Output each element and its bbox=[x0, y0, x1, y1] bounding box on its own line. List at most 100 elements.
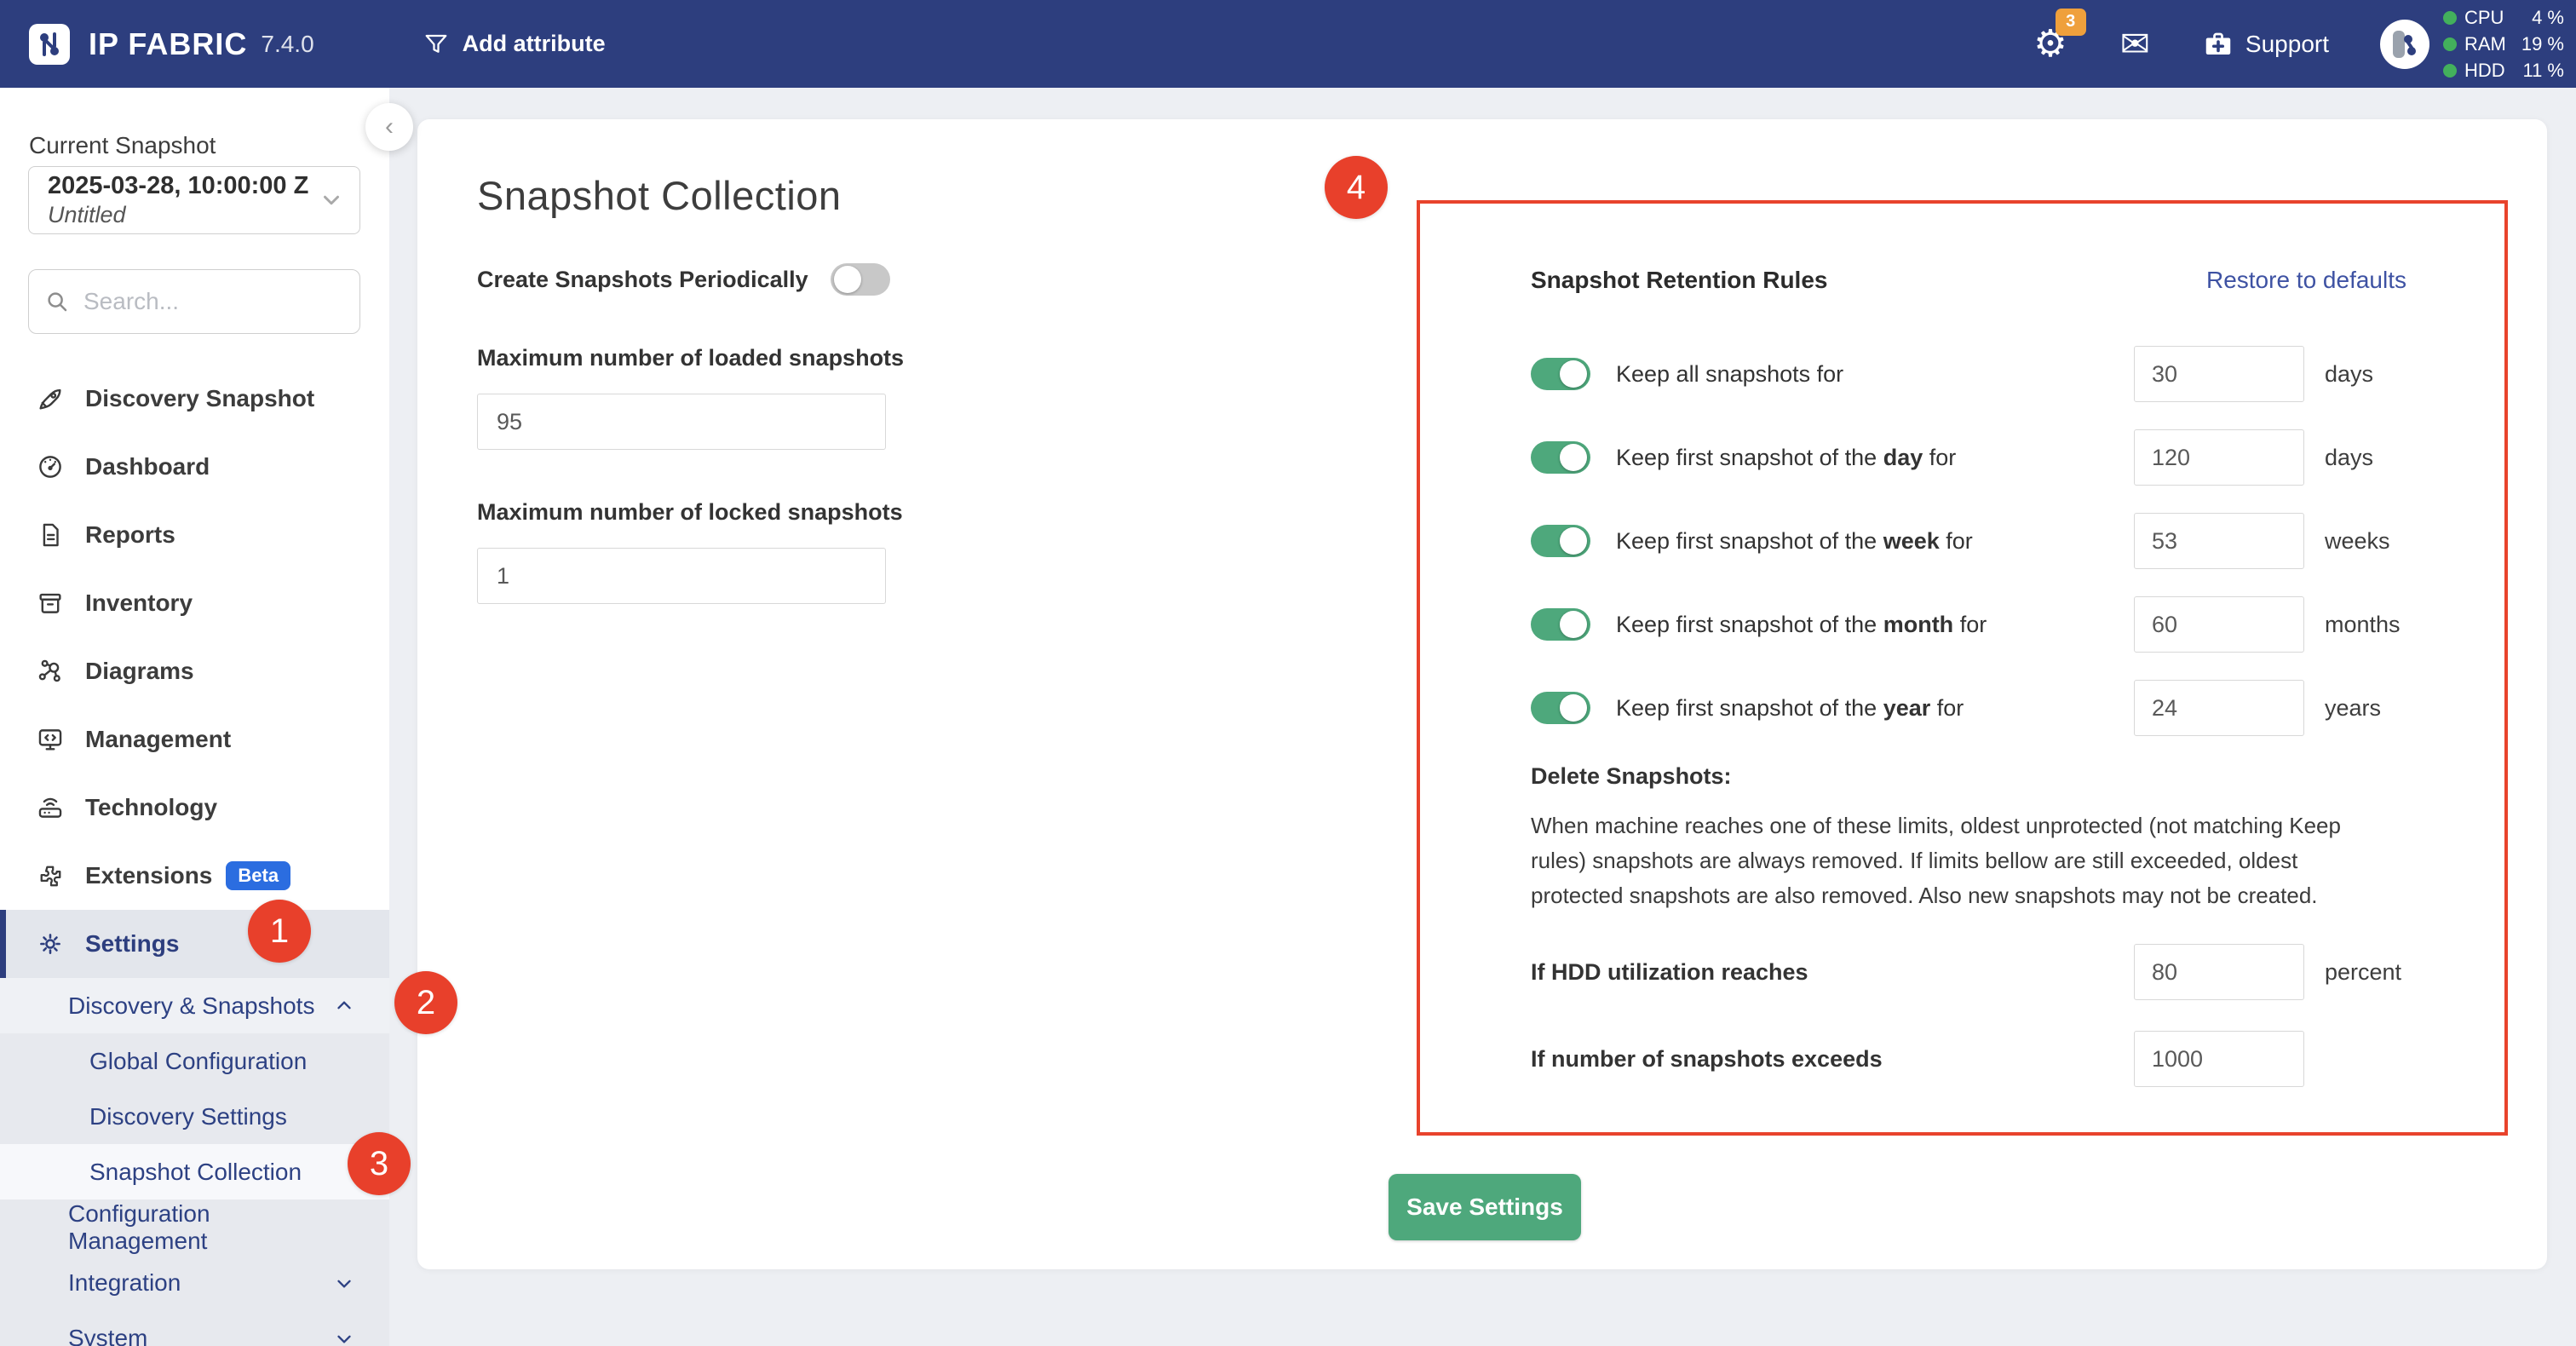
box-icon bbox=[36, 589, 65, 618]
add-attribute-label: Add attribute bbox=[463, 31, 606, 57]
current-snapshot-label: Current Snapshot bbox=[29, 132, 216, 159]
ip-fabric-app: IP FABRIC 7.4.0 Add attribute ⚙ 3 ✉ bbox=[0, 0, 2576, 1346]
annotation-marker-2: 2 bbox=[394, 971, 457, 1034]
rule-value-input[interactable] bbox=[2134, 429, 2304, 486]
snapshot-retention-panel: Snapshot Retention Rules Restore to defa… bbox=[1417, 200, 2508, 1136]
sidebar-item-technology[interactable]: Technology bbox=[0, 774, 389, 842]
gauge-icon bbox=[36, 452, 65, 481]
chevron-down-icon bbox=[333, 1327, 355, 1346]
hdd-stat: HDD 11 % bbox=[2443, 57, 2564, 83]
filter-funnel-icon bbox=[423, 32, 449, 57]
rule-toggle[interactable] bbox=[1531, 525, 1590, 557]
hdd-utilization-row: If HDD utilization reaches percent bbox=[1531, 944, 2406, 1000]
settings-gears-button[interactable]: ⚙ 3 bbox=[2033, 26, 2067, 63]
sidebar: ‹ Current Snapshot 2025-03-28, 10:00:00 … bbox=[0, 88, 389, 1346]
chevron-down-icon bbox=[333, 1272, 355, 1294]
sidebar-search[interactable] bbox=[28, 269, 360, 334]
delete-snapshots-heading: Delete Snapshots: bbox=[1531, 763, 2406, 790]
restore-defaults-link[interactable]: Restore to defaults bbox=[2206, 267, 2406, 294]
system-stats: CPU 4 % RAM 19 % HDD 11 % bbox=[2443, 4, 2564, 83]
rule-keep-all: Keep all snapshots for days bbox=[1531, 346, 2406, 402]
hdd-utilization-unit: percent bbox=[2304, 959, 2406, 986]
rule-toggle[interactable] bbox=[1531, 608, 1590, 641]
hdd-utilization-input[interactable] bbox=[2134, 944, 2304, 1000]
first-aid-kit-icon bbox=[2203, 29, 2234, 60]
rule-unit: weeks bbox=[2304, 528, 2406, 555]
sidebar-item-inventory[interactable]: Inventory bbox=[0, 569, 389, 637]
max-locked-snapshots-input[interactable] bbox=[477, 548, 886, 604]
create-periodically-toggle[interactable] bbox=[831, 263, 890, 296]
sidebar-collapse-button[interactable]: ‹ bbox=[365, 103, 413, 151]
submenu-global-configuration[interactable]: Global Configuration bbox=[0, 1033, 389, 1089]
brand-name: IP FABRIC bbox=[89, 26, 247, 62]
create-periodically-row: Create Snapshots Periodically bbox=[477, 263, 1346, 296]
messages-button[interactable]: ✉ bbox=[2120, 26, 2150, 62]
rule-value-input[interactable] bbox=[2134, 346, 2304, 402]
submenu-integration[interactable]: Integration bbox=[0, 1255, 389, 1310]
rule-toggle[interactable] bbox=[1531, 358, 1590, 390]
sidebar-item-reports[interactable]: Reports bbox=[0, 501, 389, 569]
max-locked-snapshots-label: Maximum number of locked snapshots bbox=[477, 499, 1346, 526]
rule-value-input[interactable] bbox=[2134, 596, 2304, 653]
rule-toggle[interactable] bbox=[1531, 692, 1590, 724]
support-label: Support bbox=[2245, 31, 2329, 58]
submenu-discovery-and-snapshots[interactable]: Discovery & Snapshots bbox=[0, 978, 389, 1033]
top-bar-right: ⚙ 3 ✉ Support bbox=[2033, 4, 2564, 83]
ram-stat: RAM 19 % bbox=[2443, 31, 2564, 57]
ram-status-dot-icon bbox=[2443, 37, 2457, 51]
snapshot-name: Untitled bbox=[48, 202, 319, 228]
monitor-code-icon bbox=[36, 725, 65, 754]
ip-fabric-logo-icon bbox=[26, 20, 73, 68]
brand-logo[interactable]: IP FABRIC 7.4.0 bbox=[26, 20, 314, 68]
snapshot-count-row: If number of snapshots exceeds bbox=[1531, 1031, 2406, 1087]
save-settings-button[interactable]: Save Settings bbox=[1389, 1174, 1581, 1240]
search-input[interactable] bbox=[83, 288, 344, 315]
rule-unit: days bbox=[2304, 445, 2406, 471]
document-icon bbox=[36, 521, 65, 549]
sidebar-item-dashboard[interactable]: Dashboard bbox=[0, 433, 389, 501]
sidebar-item-discovery-snapshot[interactable]: Discovery Snapshot bbox=[0, 365, 389, 433]
sidebar-item-extensions[interactable]: Extensions Beta bbox=[0, 842, 389, 910]
submenu-snapshot-collection[interactable]: Snapshot Collection bbox=[0, 1144, 389, 1199]
annotation-marker-4: 4 bbox=[1325, 156, 1388, 219]
delete-snapshots-description: When machine reaches one of these limits… bbox=[1531, 808, 2391, 913]
add-attribute-button[interactable]: Add attribute bbox=[423, 31, 606, 57]
sidebar-item-diagrams[interactable]: Diagrams bbox=[0, 637, 389, 705]
sidebar-item-settings[interactable]: Settings bbox=[0, 910, 389, 978]
network-diagram-icon bbox=[36, 657, 65, 686]
rule-value-input[interactable] bbox=[2134, 513, 2304, 569]
app-version: 7.4.0 bbox=[261, 31, 313, 58]
beta-badge: Beta bbox=[226, 861, 290, 890]
snapshot-timestamp: 2025-03-28, 10:00:00 Z bbox=[48, 172, 319, 200]
snapshot-collection-form: Snapshot Collection Create Snapshots Per… bbox=[477, 172, 1346, 604]
annotation-marker-1: 1 bbox=[248, 900, 311, 963]
submenu-discovery-settings[interactable]: Discovery Settings bbox=[0, 1089, 389, 1144]
max-loaded-snapshots-input[interactable] bbox=[477, 394, 886, 450]
avatar-logo-icon bbox=[2388, 27, 2422, 61]
gear-icon bbox=[36, 929, 65, 958]
rule-unit: months bbox=[2304, 612, 2406, 638]
cpu-stat: CPU 4 % bbox=[2443, 4, 2564, 31]
chevron-left-icon: ‹ bbox=[385, 112, 394, 141]
snapshot-count-input[interactable] bbox=[2134, 1031, 2304, 1087]
hdd-utilization-label: If HDD utilization reaches bbox=[1531, 959, 2134, 986]
current-snapshot-select[interactable]: 2025-03-28, 10:00:00 Z Untitled bbox=[28, 166, 360, 234]
sidebar-item-management[interactable]: Management bbox=[0, 705, 389, 774]
chevron-down-icon bbox=[319, 187, 344, 213]
snapshot-count-label: If number of snapshots exceeds bbox=[1531, 1046, 2134, 1073]
support-button[interactable]: Support bbox=[2203, 29, 2329, 60]
rocket-icon bbox=[36, 384, 65, 413]
user-avatar[interactable] bbox=[2380, 20, 2429, 69]
rule-first-of-month: Keep first snapshot of the month for mon… bbox=[1531, 596, 2406, 653]
hdd-status-dot-icon bbox=[2443, 64, 2457, 78]
settings-submenu: Discovery & Snapshots Global Configurati… bbox=[0, 978, 389, 1346]
submenu-configuration-management[interactable]: Configuration Management bbox=[0, 1199, 389, 1255]
rule-value-input[interactable] bbox=[2134, 680, 2304, 736]
submenu-system[interactable]: System bbox=[0, 1310, 389, 1346]
rule-first-of-day: Keep first snapshot of the day for days bbox=[1531, 429, 2406, 486]
page-title: Snapshot Collection bbox=[477, 172, 1346, 219]
sidebar-nav: Discovery Snapshot Dashboard Reports bbox=[0, 365, 389, 1346]
retention-rules: Keep all snapshots for days Keep first s… bbox=[1531, 346, 2406, 736]
rule-toggle[interactable] bbox=[1531, 441, 1590, 474]
annotation-marker-3: 3 bbox=[348, 1132, 411, 1195]
